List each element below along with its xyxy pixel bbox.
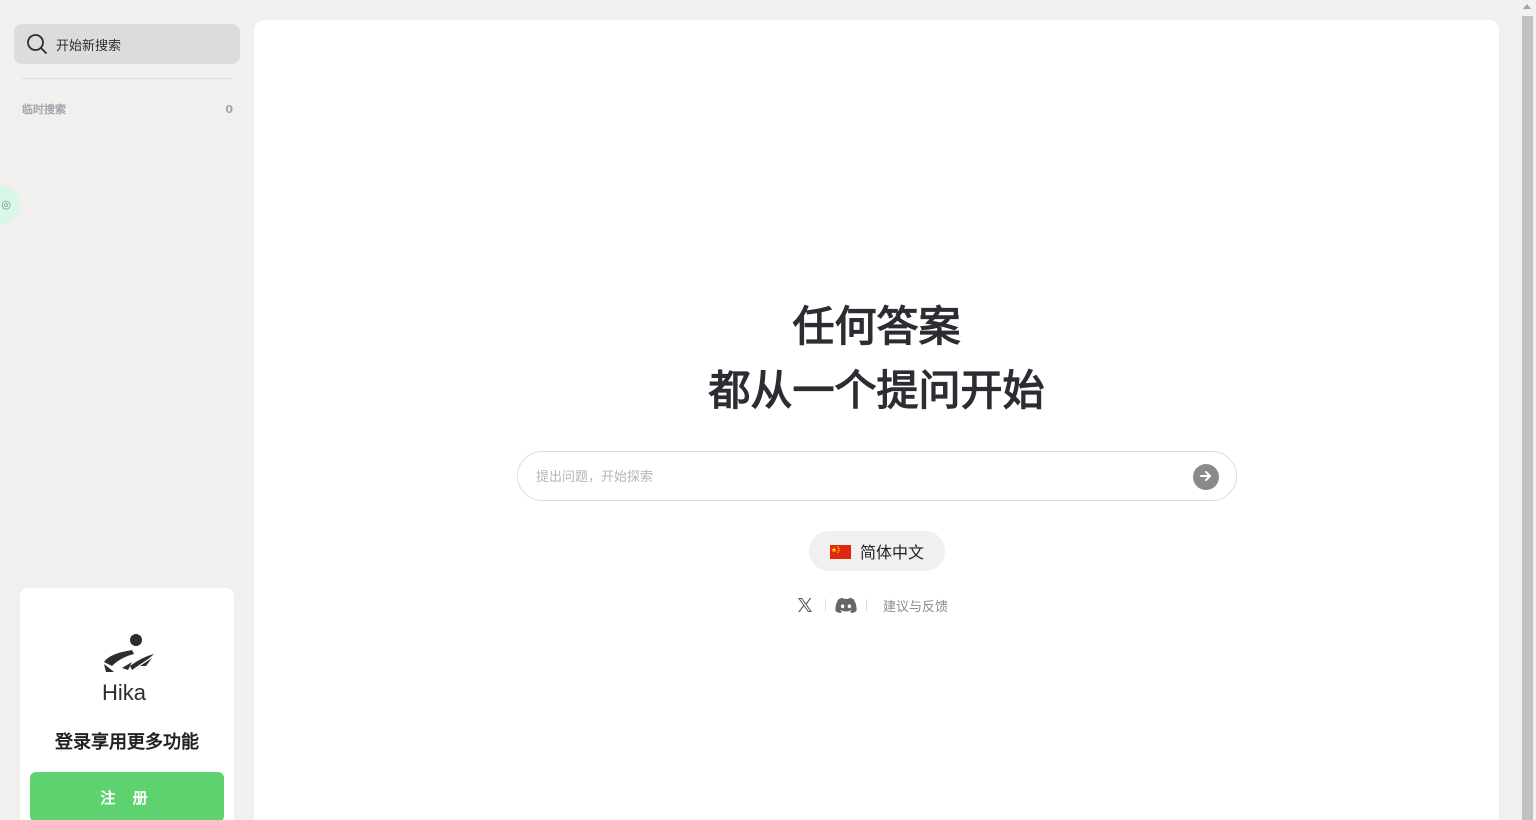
new-search-label: 开始新搜索 [56, 38, 122, 54]
language-label: 简体中文 [859, 543, 924, 562]
helper-icon: ◎ [1, 198, 11, 211]
china-flag-icon [829, 544, 851, 559]
app-root: 开始新搜索 临时搜索 0 ◎ Hika 登录享用更多功能 注 册 任何答案 都从… [0, 0, 1536, 820]
new-search-button[interactable]: 开始新搜索 [14, 24, 240, 64]
scroll-thumb[interactable] [1522, 16, 1533, 820]
footer-separator [866, 599, 867, 611]
brand-name: Hika [101, 680, 146, 705]
ask-box [517, 451, 1237, 501]
hero-title-line2: 都从一个提问开始 [708, 366, 1045, 415]
hero-title-line1: 任何答案 [792, 302, 961, 351]
recent-searches-count: 0 [225, 102, 233, 116]
floating-helper-button[interactable]: ◎ [0, 185, 20, 225]
arrow-right-icon [1199, 469, 1213, 486]
signup-button[interactable]: 注 册 [30, 772, 224, 820]
login-card: Hika 登录享用更多功能 注 册 [20, 588, 234, 820]
language-selector[interactable]: 简体中文 [809, 531, 945, 571]
footer-links: 建议与反馈 [794, 594, 948, 616]
discord-icon[interactable] [835, 594, 857, 616]
login-tip: 登录享用更多功能 [55, 732, 199, 753]
page-scrollbar[interactable] [1519, 0, 1536, 820]
x-logo-icon[interactable] [794, 594, 816, 616]
submit-button[interactable] [1193, 464, 1219, 490]
search-icon [26, 33, 48, 55]
feedback-link[interactable]: 建议与反馈 [883, 596, 948, 615]
recent-searches-label: 临时搜索 [22, 103, 66, 116]
sidebar-divider [22, 78, 232, 79]
main-panel: 任何答案 都从一个提问开始 提出问题，开始探索 简体中文 建议与反馈 [254, 20, 1499, 820]
scroll-up-arrow-icon[interactable] [1523, 4, 1531, 9]
hika-logo-icon [100, 632, 156, 674]
sidebar: 开始新搜索 临时搜索 0 ◎ Hika 登录享用更多功能 注 册 [0, 0, 254, 820]
recent-searches-header: 临时搜索 0 [22, 101, 233, 117]
ask-input[interactable] [536, 464, 1176, 490]
footer-separator [825, 599, 826, 611]
